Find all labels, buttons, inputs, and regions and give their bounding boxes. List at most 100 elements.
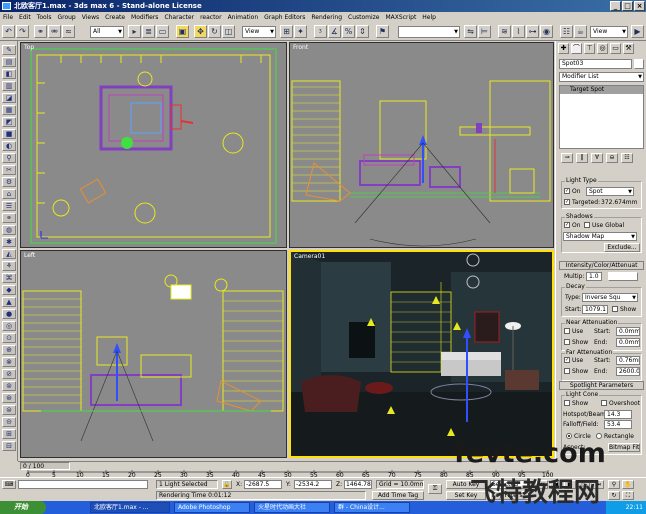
viewport-camera[interactable]: Camera01 (289, 250, 554, 458)
tool-34-icon[interactable]: ⊟ (2, 441, 16, 451)
align-icon[interactable]: ⊨ (478, 25, 491, 38)
manipulate-icon[interactable]: ✦ (294, 25, 307, 38)
circle-radio[interactable] (566, 433, 572, 439)
far-end-field[interactable]: 2600.0 (616, 367, 640, 376)
stack-item-target-spot[interactable]: Target Spot (560, 86, 643, 94)
tool-21-icon[interactable]: ◆ (2, 285, 16, 295)
modify-tab-icon[interactable]: ⌒ (571, 43, 582, 54)
viewport-label-left[interactable]: Left (24, 252, 35, 259)
tool-19-icon[interactable]: ⚘ (2, 261, 16, 271)
light-type-dropdown[interactable]: Spot (586, 187, 634, 196)
tool-23-icon[interactable]: ● (2, 309, 16, 319)
select-rotate-icon[interactable]: ↻ (208, 25, 221, 38)
tool-3-icon[interactable]: ◧ (2, 69, 16, 79)
intensity-rollout[interactable]: Intensity/Color/Attenuat (559, 261, 644, 270)
select-object-icon[interactable]: ▸ (128, 25, 141, 38)
menu-character[interactable]: Character (164, 12, 194, 23)
schematic-view-icon[interactable]: ⊶ (526, 25, 539, 38)
x-coordinate-field[interactable]: -2687.5 (244, 480, 282, 489)
tool-33-icon[interactable]: ⊞ (2, 429, 16, 439)
modifier-list-dropdown[interactable]: Modifier List (559, 72, 644, 82)
zoom-icon[interactable]: ⚲ (608, 480, 620, 489)
viewport-front[interactable]: Front (289, 42, 554, 248)
quick-render-icon[interactable]: ☕ (574, 25, 587, 38)
tool-2-icon[interactable]: ▤ (2, 57, 16, 67)
far-use-checkbox[interactable]: ✓ (564, 357, 570, 363)
menu-create[interactable]: Create (105, 12, 125, 23)
task-photoshop[interactable]: Adobe Photoshop (174, 502, 250, 513)
viewport-label-camera[interactable]: Camera01 (294, 253, 325, 260)
render-last-icon[interactable]: ▶ (631, 25, 644, 38)
tool-17-icon[interactable]: ✱ (2, 237, 16, 247)
remove-modifier-icon[interactable]: ⊖ (606, 153, 618, 163)
start-button[interactable]: 开始 (0, 501, 46, 514)
tool-29-icon[interactable]: ⊚ (2, 381, 16, 391)
tool-16-icon[interactable]: ◍ (2, 225, 16, 235)
material-editor-icon[interactable]: ◉ (540, 25, 553, 38)
tool-26-icon[interactable]: ⊕ (2, 345, 16, 355)
set-key-button[interactable]: Set Key (446, 491, 486, 500)
hierarchy-tab-icon[interactable]: ⊤ (584, 43, 595, 54)
task-chat[interactable]: 群 - China设计... (334, 502, 410, 513)
show-end-result-icon[interactable]: ‖ (576, 153, 588, 163)
menu-edit[interactable]: Edit (19, 12, 31, 23)
y-coordinate-field[interactable]: -2534.2 (294, 480, 332, 489)
reference-coord-dropdown[interactable]: View (242, 26, 276, 38)
auto-key-button[interactable]: Auto Key (446, 480, 486, 489)
spotlight-rollout[interactable]: Spotlight Parameters (559, 381, 644, 390)
spinner-snap-icon[interactable]: ⇕ (356, 25, 369, 38)
exclude-button[interactable]: Exclude... (604, 243, 640, 252)
far-show-checkbox[interactable] (564, 368, 570, 374)
near-show-checkbox[interactable] (564, 339, 570, 345)
go-to-end-icon[interactable]: ⏭ (592, 480, 604, 489)
near-start-field[interactable]: 0.0mm (616, 327, 640, 336)
maxscript-mini-listener[interactable] (18, 480, 148, 489)
mirror-icon[interactable]: ⇋ (464, 25, 477, 38)
viewport-top[interactable]: Top (20, 42, 287, 248)
use-global-checkbox[interactable] (584, 222, 590, 228)
menu-maxscript[interactable]: MAXScript (386, 12, 417, 23)
select-scale-icon[interactable]: ◫ (222, 25, 235, 38)
tool-14-icon[interactable]: ☰ (2, 201, 16, 211)
undo-icon[interactable]: ↶ (2, 25, 15, 38)
select-move-icon[interactable]: ✥ (194, 25, 207, 38)
multiplier-field[interactable]: 1.0 (586, 272, 602, 281)
close-button[interactable]: × (634, 1, 645, 11)
curve-editor-icon[interactable]: ⌇ (512, 25, 525, 38)
key-icon[interactable]: ⚿ (428, 484, 442, 494)
tool-22-icon[interactable]: ▲ (2, 297, 16, 307)
bind-spacewarp-icon[interactable]: ≈ (62, 25, 75, 38)
menu-tools[interactable]: Tools (37, 12, 52, 23)
go-to-start-icon[interactable]: ⏮ (536, 480, 548, 489)
pivot-center-icon[interactable]: ⊞ (280, 25, 293, 38)
far-start-field[interactable]: 0.76mm (616, 356, 640, 365)
utilities-tab-icon[interactable]: ⚒ (623, 43, 634, 54)
window-crossing-icon[interactable]: ▣ (176, 25, 189, 38)
targeted-checkbox[interactable]: ✓ (564, 199, 570, 205)
maximize-button[interactable]: □ (622, 1, 633, 11)
tool-30-icon[interactable]: ⊛ (2, 393, 16, 403)
play-icon[interactable]: ▶ (564, 480, 576, 489)
tool-4-icon[interactable]: ▥ (2, 81, 16, 91)
near-use-checkbox[interactable] (564, 328, 570, 334)
orbit-icon[interactable]: ↻ (608, 491, 620, 500)
task-hxsd[interactable]: 火星时代动画大社 (254, 502, 330, 513)
redo-icon[interactable]: ↷ (16, 25, 29, 38)
object-color-swatch[interactable] (634, 59, 644, 69)
tool-32-icon[interactable]: ⊝ (2, 417, 16, 427)
make-unique-icon[interactable]: ∀ (591, 153, 603, 163)
maximize-viewport-icon[interactable]: ⛶ (622, 491, 634, 500)
select-by-name-icon[interactable]: ≣ (142, 25, 155, 38)
falloff-field[interactable]: 53.4 (604, 420, 632, 429)
tool-20-icon[interactable]: ⌘ (2, 273, 16, 283)
tool-11-icon[interactable]: ✂ (2, 165, 16, 175)
viewport-label-front[interactable]: Front (293, 44, 308, 51)
decay-type-dropdown[interactable]: Inverse Squ (582, 293, 638, 302)
near-end-field[interactable]: 0.0mm (616, 338, 640, 347)
tool-8-icon[interactable]: ■ (2, 129, 16, 139)
z-coordinate-field[interactable]: 1464.78 (344, 480, 372, 489)
pin-stack-icon[interactable]: ⊸ (561, 153, 573, 163)
menu-file[interactable]: File (3, 12, 13, 23)
tool-31-icon[interactable]: ⊜ (2, 405, 16, 415)
maxscript-listener-icon[interactable]: ⌨ (2, 480, 16, 489)
